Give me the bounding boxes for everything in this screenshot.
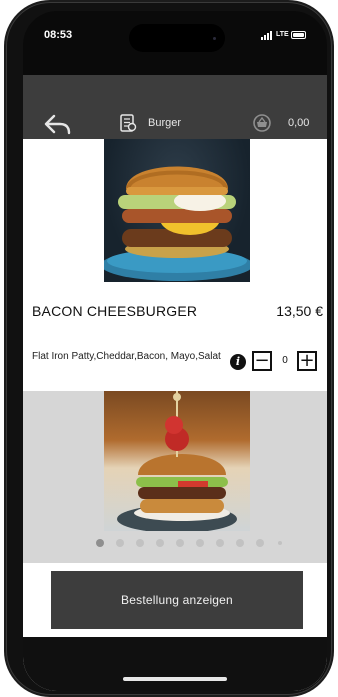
menu-content[interactable]: BACON CHEESBURGER 13,50 € Flat Iron Patt… [23,139,327,691]
status-bar: 08:53 LTE [23,11,327,75]
product-price: 13,50 € [276,303,323,319]
status-time: 08:53 [44,29,73,41]
carousel-dot[interactable] [176,539,184,547]
back-arrow-icon[interactable] [43,113,73,135]
camera-dot [213,37,216,40]
show-order-button[interactable]: Bestellung anzeigen [51,571,303,629]
battery-icon [291,31,306,39]
carousel-dot[interactable] [196,539,204,547]
signal-icon [261,30,275,40]
phone-frame: 08:53 LTE Burger 0,00 BACON CHEESBURGER … [6,2,332,695]
product-description: Flat Iron Patty,Cheddar,Bacon, Mayo,Sala… [32,351,221,362]
carousel-dot[interactable] [136,539,144,547]
product-name: BACON CHEESBURGER [32,303,198,319]
carousel-dot[interactable] [116,539,124,547]
quantity-plus-button[interactable]: + [297,351,317,371]
carousel-image [104,391,250,531]
burger-image-drawing [104,166,250,281]
image-carousel[interactable] [23,391,327,563]
dynamic-island [129,24,225,52]
menu-book-icon[interactable] [119,113,137,133]
carousel-dot[interactable] [256,539,264,547]
cart-total: 0,00 [288,117,310,129]
network-label: LTE [276,31,289,38]
info-icon[interactable]: i [230,354,246,370]
carousel-dot[interactable] [278,541,282,545]
carousel-dot[interactable] [236,539,244,547]
category-label[interactable]: Burger [148,117,181,129]
quantity-value: 0 [282,355,288,366]
carousel-image-drawing [117,391,237,531]
quantity-minus-button[interactable]: − [252,351,272,371]
home-indicator[interactable] [123,677,227,681]
app-header: Burger 0,00 [23,75,327,139]
carousel-dot[interactable] [156,539,164,547]
basket-icon[interactable] [251,113,273,133]
bottom-bar [23,637,327,691]
carousel-dot[interactable] [96,539,104,547]
screen: 08:53 LTE Burger 0,00 BACON CHEESBURGER … [23,11,327,691]
burger-image [104,139,250,282]
carousel-dot[interactable] [216,539,224,547]
